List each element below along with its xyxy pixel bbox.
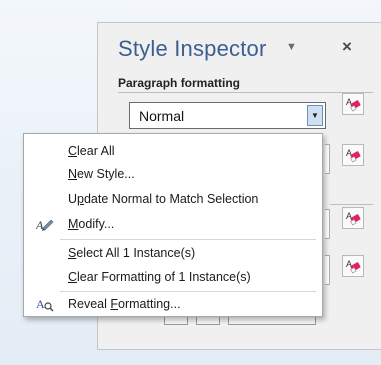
menu-item-modify[interactable]: Modify... [68, 217, 114, 231]
paragraph-style-value: Normal [139, 108, 185, 124]
reveal-formatting-icon: A [36, 296, 54, 312]
menu-separator [60, 239, 316, 240]
pane-title: Style Inspector [118, 36, 267, 61]
clear-all-button[interactable] [228, 316, 316, 325]
reveal-formatting-button[interactable] [164, 316, 188, 325]
eraser-icon: A [346, 148, 361, 163]
new-style-button[interactable] [196, 316, 220, 325]
clear-text-formatting-button[interactable]: A [342, 255, 364, 277]
text-style-field-edge [325, 209, 330, 239]
clear-text-style-button[interactable]: A [342, 207, 364, 229]
menu-item-reveal-formatting[interactable]: Reveal Formatting... [68, 297, 181, 311]
clear-paragraph-style-button[interactable]: A [342, 93, 364, 115]
dropdown-arrow-icon[interactable]: ▼ [307, 105, 323, 126]
paragraph-style-dropdown[interactable]: Normal ▼ [129, 102, 326, 129]
eraser-icon: A [346, 259, 361, 274]
paragraph-formatting-label: Paragraph formatting [118, 76, 241, 90]
menu-item-clear-formatting-instances[interactable]: Clear Formatting of 1 Instance(s) [68, 270, 251, 284]
menu-item-clear-all[interactable]: Clear All [68, 144, 115, 158]
section-divider [118, 92, 373, 93]
text-formatting-field-edge [325, 255, 330, 285]
style-options-menu: Clear All New Style... Update Normal to … [23, 133, 323, 317]
menu-item-select-all-instances[interactable]: Select All 1 Instance(s) [68, 246, 195, 260]
menu-separator [60, 291, 316, 292]
close-icon[interactable]: × [342, 37, 352, 57]
svg-text:A: A [36, 297, 45, 311]
chevron-down-icon[interactable]: ▼ [286, 41, 297, 53]
clear-paragraph-formatting-button[interactable]: A [342, 144, 364, 166]
menu-item-new-style[interactable]: New Style... [68, 167, 135, 181]
bottom-buttons [156, 316, 316, 326]
modify-style-icon: A [35, 216, 54, 232]
eraser-icon: A [346, 211, 361, 226]
paragraph-formatting-field-edge [325, 144, 330, 174]
menu-item-update-normal[interactable]: Update Normal to Match Selection [68, 192, 258, 206]
eraser-icon: A [346, 97, 361, 112]
section-divider [330, 204, 373, 205]
